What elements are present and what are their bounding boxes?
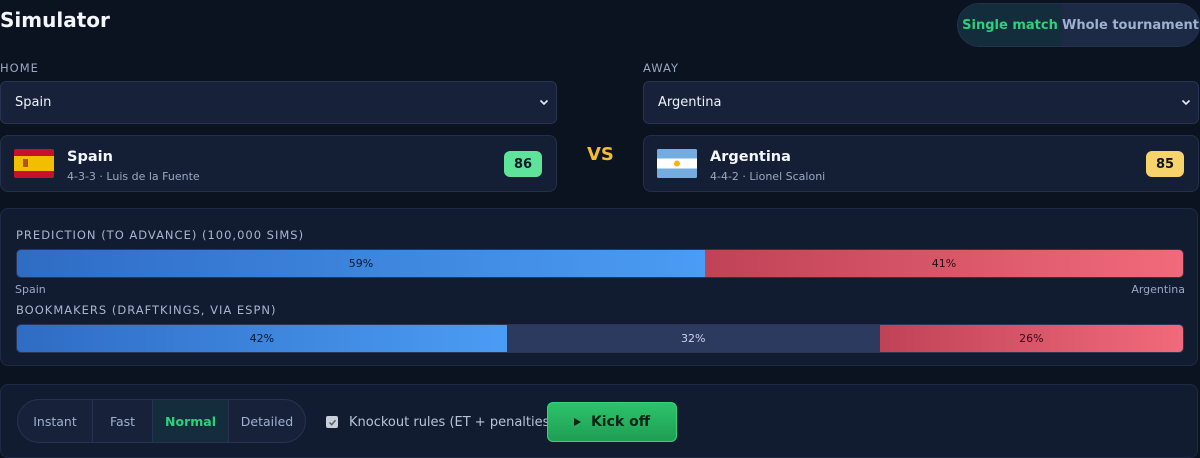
knockout-rules-label[interactable]: Knockout rules (ET + penalties): [349, 415, 554, 430]
bookmakers-draw-segment: 32%: [506, 325, 880, 352]
away-rating-badge: 85: [1146, 151, 1184, 177]
controls-panel: Instant Fast Normal Detailed Knockout ru…: [0, 384, 1198, 458]
bookmakers-away-pct: 26%: [1019, 332, 1044, 345]
away-team-meta: 4-4-2 · Lionel Scaloni: [710, 170, 826, 183]
home-select-value: Spain: [15, 95, 52, 110]
speed-detailed-button[interactable]: Detailed: [229, 400, 305, 442]
argentina-flag-icon: [657, 149, 697, 178]
home-team-select[interactable]: Spain: [0, 81, 557, 124]
speed-instant-button[interactable]: Instant: [18, 400, 93, 442]
away-label: AWAY: [643, 61, 679, 75]
home-label: HOME: [0, 61, 39, 75]
bookmakers-draw-pct: 32%: [681, 332, 706, 345]
page-title: Simulator: [0, 8, 110, 32]
prediction-away-pct: 41%: [931, 257, 957, 270]
away-select-value: Argentina: [658, 95, 722, 110]
chevron-down-icon: [539, 99, 549, 106]
mode-toggle: Single match Whole tournament: [957, 3, 1200, 47]
home-team-card: Spain 4-3-3 · Luis de la Fuente 86: [0, 135, 557, 192]
prediction-home-team-label: Spain: [15, 283, 46, 296]
vs-label: VS: [587, 144, 614, 165]
single-match-button[interactable]: Single match: [958, 4, 1062, 46]
prediction-home-segment: 59%: [17, 250, 705, 277]
prediction-panel: PREDICTION (TO ADVANCE) (100,000 SIMS) 5…: [0, 208, 1198, 366]
speed-selector: Instant Fast Normal Detailed: [17, 399, 306, 443]
prediction-bar: 59% 41%: [16, 249, 1184, 278]
home-team-name: Spain: [67, 149, 113, 165]
bookmakers-away-segment: 26%: [879, 325, 1183, 352]
speed-fast-button[interactable]: Fast: [93, 400, 153, 442]
bookmakers-home-segment: 42%: [17, 325, 507, 352]
knockout-rules-checkbox[interactable]: [326, 416, 338, 428]
away-team-select[interactable]: Argentina: [643, 81, 1199, 124]
kick-off-label: Kick off: [590, 414, 651, 430]
bookmakers-home-pct: 42%: [249, 332, 275, 345]
home-team-meta: 4-3-3 · Luis de la Fuente: [67, 170, 200, 183]
spain-flag-icon: [14, 149, 54, 178]
play-icon: [573, 418, 581, 426]
away-team-card: Argentina 4-4-2 · Lionel Scaloni 85: [643, 135, 1199, 192]
check-icon: [328, 419, 336, 426]
bookmakers-bar: 42% 32% 26%: [16, 324, 1184, 353]
prediction-label: PREDICTION (TO ADVANCE) (100,000 SIMS): [16, 228, 305, 242]
prediction-away-segment: 41%: [704, 250, 1183, 277]
prediction-home-pct: 59%: [348, 257, 374, 270]
chevron-down-icon: [1181, 99, 1191, 106]
whole-tournament-button[interactable]: Whole tournament: [1062, 4, 1199, 46]
kick-off-button[interactable]: Kick off: [547, 402, 677, 442]
speed-normal-button[interactable]: Normal: [153, 400, 229, 442]
prediction-away-team-label: Argentina: [1131, 283, 1185, 296]
away-team-name: Argentina: [710, 149, 791, 165]
bookmakers-label: BOOKMAKERS (DRAFTKINGS, VIA ESPN): [16, 303, 277, 317]
home-rating-badge: 86: [504, 151, 542, 177]
